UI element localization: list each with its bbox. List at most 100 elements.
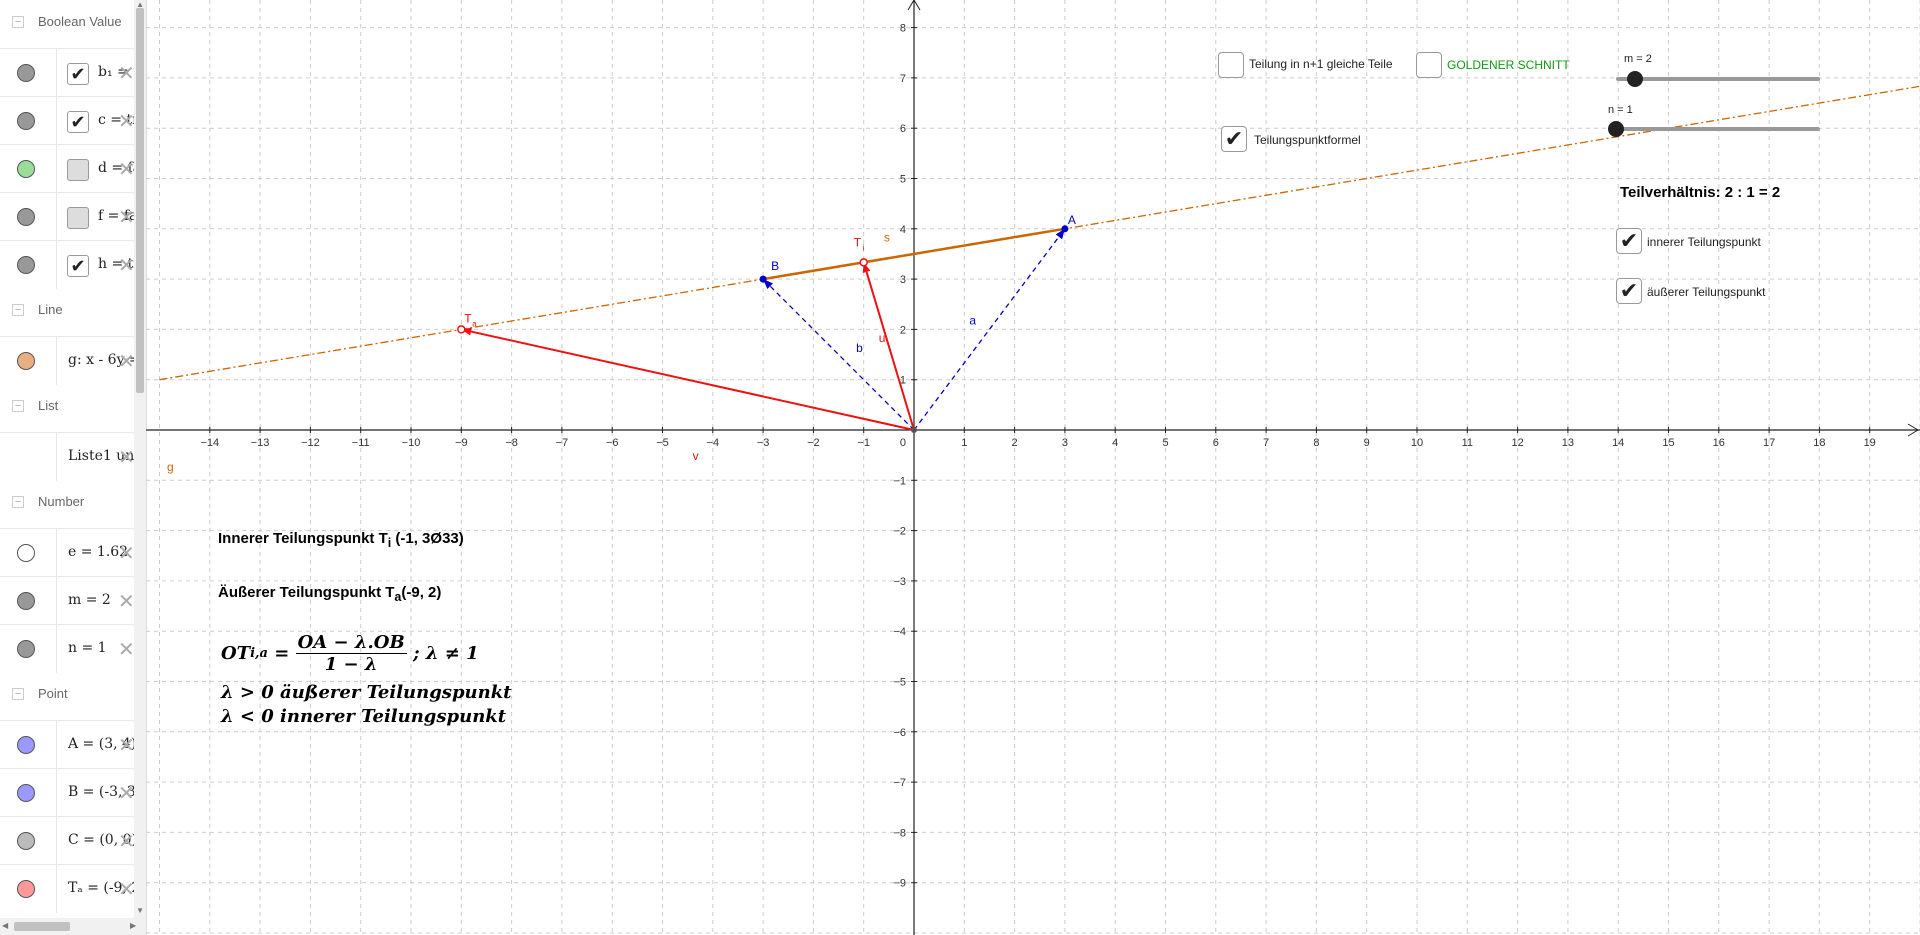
outer-point-label: Äußerer Teilungspunkt T — [218, 584, 395, 601]
delete-icon[interactable]: ✕ — [118, 733, 135, 758]
visibility-toggle[interactable] — [17, 256, 35, 274]
delete-icon[interactable]: ✕ — [118, 829, 135, 854]
visibility-toggle[interactable] — [17, 880, 35, 898]
category-header[interactable]: – Number — [0, 484, 134, 522]
x-tick-label: −3 — [757, 437, 770, 449]
algebra-row[interactable]: B = (-3, 3) ✕ — [0, 768, 135, 817]
x-tick-label: −5 — [656, 437, 669, 449]
scroll-up-icon[interactable]: ▲ — [136, 0, 144, 9]
collapse-icon[interactable]: – — [12, 688, 24, 700]
y-tick-label: −9 — [893, 878, 906, 890]
x-tick-label: −10 — [402, 437, 421, 449]
coordinate-plane[interactable]: −14 −13 −12 −11 −10 −9 −8 −7 −6 −5 −4 −3 −2 −1 1 2 3 4 5 6 7… — [146, 0, 1920, 935]
formula-equals: = — [274, 643, 296, 664]
category-header[interactable]: – Point — [0, 676, 134, 714]
visibility-toggle[interactable] — [17, 736, 35, 754]
delete-icon[interactable]: ✕ — [118, 541, 135, 566]
algebra-row[interactable]: ✔h = true✕ — [0, 240, 135, 289]
delete-icon[interactable]: ✕ — [118, 445, 135, 470]
horizontal-scrollbar[interactable]: ◀ ▶ — [0, 918, 146, 935]
outer-point-value: (-9, 2) — [401, 584, 442, 601]
delete-icon[interactable]: ✕ — [118, 253, 135, 278]
y-tick-label: 5 — [900, 174, 906, 186]
category-label: Number — [38, 494, 85, 509]
category-label: Line — [38, 302, 63, 317]
category-header[interactable]: – Boolean Value — [0, 4, 134, 42]
y-tick-label: −8 — [893, 827, 906, 839]
scroll-right-icon[interactable]: ▶ — [130, 921, 136, 930]
slider-m-track[interactable] — [1616, 77, 1820, 81]
x-tick-label: 6 — [1213, 437, 1219, 449]
visibility-toggle[interactable] — [17, 352, 35, 370]
graphics-view[interactable]: −14 −13 −12 −11 −10 −9 −8 −7 −6 −5 −4 −3 −2 −1 1 2 3 4 5 6 7… — [146, 0, 1920, 935]
algebra-row[interactable]: Tₐ = (-9, 2)✕ — [0, 864, 135, 913]
formel-checkbox[interactable]: ✔ — [1221, 126, 1247, 152]
slider-m-knob[interactable] — [1627, 71, 1643, 87]
algebra-row[interactable]: n = 1 ✕ — [0, 624, 135, 673]
point-Ta — [457, 325, 466, 334]
slider-n-track[interactable] — [1616, 127, 1820, 131]
innerer-checkbox[interactable]: ✔ — [1616, 228, 1642, 254]
visibility-toggle[interactable] — [17, 592, 35, 610]
row-separator — [56, 145, 57, 193]
golden-checkbox[interactable] — [1416, 52, 1442, 78]
delete-icon[interactable]: ✕ — [118, 349, 135, 374]
formel-label: Teilungspunktformel — [1254, 133, 1361, 147]
algebra-row[interactable]: ✔c = true✕ — [0, 96, 135, 145]
algebra-row[interactable]: Liste1 undefined✕ — [0, 432, 135, 481]
visibility-toggle[interactable] — [17, 64, 35, 82]
teilung-checkbox[interactable] — [1218, 52, 1244, 78]
scroll-thumb[interactable] — [136, 8, 144, 393]
collapse-icon[interactable]: – — [12, 400, 24, 412]
slider-n-knob[interactable] — [1608, 121, 1624, 137]
visibility-toggle[interactable] — [17, 640, 35, 658]
x-tick-label: 5 — [1162, 437, 1168, 449]
collapse-icon[interactable]: – — [12, 304, 24, 316]
row-separator — [56, 49, 57, 97]
category-header[interactable]: – Line — [0, 292, 134, 330]
boolean-checkbox[interactable]: ✔ — [67, 111, 89, 133]
x-tick-label: −12 — [301, 437, 320, 449]
x-tick-label: 15 — [1662, 437, 1674, 449]
visibility-toggle[interactable] — [17, 160, 35, 178]
scroll-left-icon[interactable]: ◀ — [2, 921, 8, 930]
algebra-row[interactable]: ✔b₁ = true✕ — [0, 48, 135, 97]
scroll-down-icon[interactable]: ▼ — [136, 906, 144, 915]
label-Ti: T — [854, 235, 862, 249]
algebra-row[interactable]: g: x - 6y = -21✕ — [0, 336, 135, 385]
vertical-scrollbar[interactable] — [134, 0, 146, 918]
boolean-checkbox[interactable] — [67, 159, 89, 181]
visibility-toggle[interactable] — [17, 208, 35, 226]
boolean-checkbox[interactable]: ✔ — [67, 63, 89, 85]
x-tick-label: −7 — [556, 437, 569, 449]
visibility-toggle[interactable] — [17, 784, 35, 802]
algebra-row[interactable]: e = 1.62 ✕ — [0, 528, 135, 577]
delete-icon[interactable]: ✕ — [118, 781, 135, 806]
row-separator — [56, 817, 57, 865]
algebra-row[interactable]: d = false✕ — [0, 144, 135, 193]
visibility-toggle[interactable] — [17, 544, 35, 562]
algebra-row[interactable]: C = (0, 0) ✕ — [0, 816, 135, 865]
collapse-icon[interactable]: – — [12, 16, 24, 28]
delete-icon[interactable]: ✕ — [118, 589, 135, 614]
delete-icon[interactable]: ✕ — [118, 157, 135, 182]
collapse-icon[interactable]: – — [12, 496, 24, 508]
visibility-toggle[interactable] — [17, 832, 35, 850]
x-tick-label: 4 — [1112, 437, 1118, 449]
delete-icon[interactable]: ✕ — [118, 637, 135, 662]
delete-icon[interactable]: ✕ — [118, 877, 135, 902]
y-tick-label: −7 — [893, 777, 906, 789]
algebra-row[interactable]: f = false✕ — [0, 192, 135, 241]
aeusserer-checkbox[interactable]: ✔ — [1616, 278, 1642, 304]
visibility-toggle[interactable] — [17, 112, 35, 130]
boolean-checkbox[interactable]: ✔ — [67, 255, 89, 277]
delete-icon[interactable]: ✕ — [118, 109, 135, 134]
hscroll-thumb[interactable] — [14, 922, 70, 931]
category-header[interactable]: – List — [0, 388, 134, 426]
delete-icon[interactable]: ✕ — [118, 61, 135, 86]
boolean-checkbox[interactable] — [67, 207, 89, 229]
algebra-row[interactable]: A = (3, 4) ✕ — [0, 720, 135, 769]
delete-icon[interactable]: ✕ — [118, 205, 135, 230]
algebra-row[interactable]: m = 2 ✕ — [0, 576, 135, 625]
formula-line2: λ > 0 äußerer Teilungspunkt — [221, 682, 512, 703]
